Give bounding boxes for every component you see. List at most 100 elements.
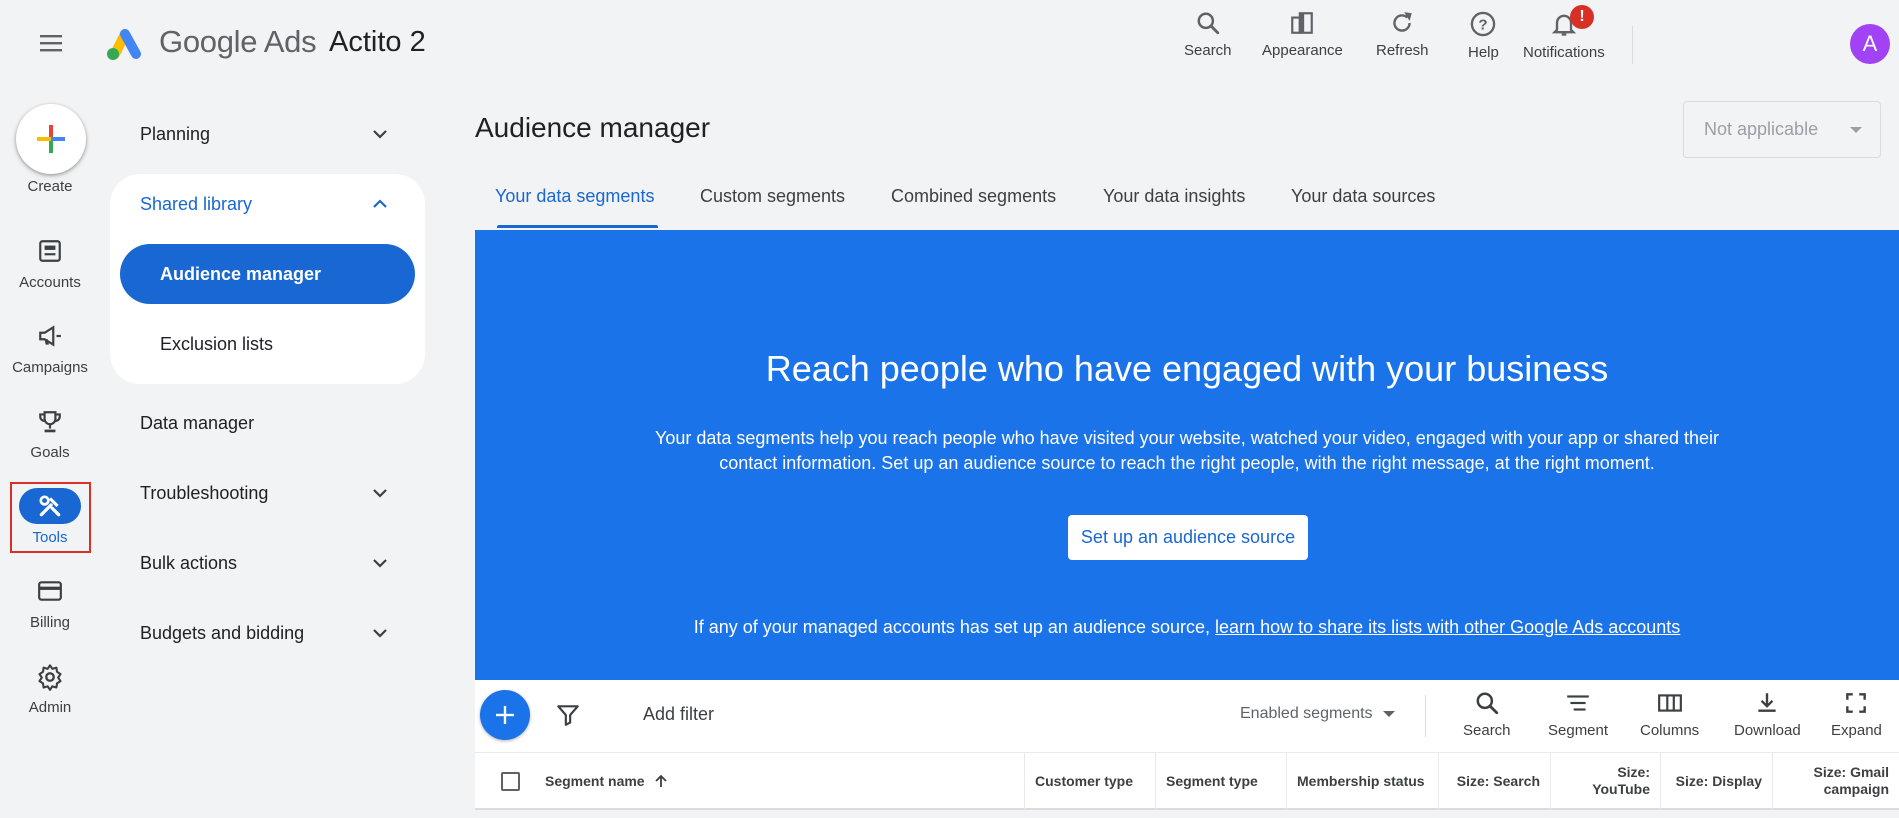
create-button[interactable] bbox=[16, 104, 86, 174]
rail-billing-label: Billing bbox=[29, 614, 71, 631]
banner-title: Reach people who have engaged with your … bbox=[765, 348, 1609, 389]
segment-label: Segment bbox=[1548, 722, 1609, 739]
select-all-checkbox[interactable] bbox=[501, 772, 520, 791]
segment-button[interactable]: Segment bbox=[1548, 690, 1608, 739]
gear-icon bbox=[38, 664, 62, 691]
tab-your-data-sources[interactable]: Your data sources bbox=[1291, 186, 1435, 230]
main-menu-icon[interactable] bbox=[30, 30, 70, 58]
expand-button[interactable]: Expand bbox=[1831, 690, 1882, 739]
columns-icon bbox=[1657, 694, 1682, 712]
expand-label: Expand bbox=[1831, 722, 1882, 739]
page-title: Audience manager bbox=[475, 112, 711, 143]
segment-icon bbox=[1567, 695, 1589, 711]
nav-exclusion-lists[interactable]: Exclusion lists bbox=[160, 324, 273, 364]
top-divider bbox=[1632, 26, 1633, 64]
tab-combined-segments[interactable]: Combined segments bbox=[891, 186, 1056, 230]
banner-footer-text: If any of your managed accounts has set … bbox=[693, 617, 1216, 637]
columns-label: Columns bbox=[1640, 722, 1700, 739]
col-segment-name[interactable]: Segment name bbox=[535, 753, 1025, 809]
account-name[interactable]: Actito 2 bbox=[329, 26, 426, 59]
appearance-button[interactable]: Appearance bbox=[1262, 10, 1343, 59]
banner-text: Your data segments help you reach people… bbox=[655, 428, 1719, 473]
rail-campaigns-label: Campaigns bbox=[12, 359, 88, 376]
refresh-button[interactable]: Refresh bbox=[1376, 10, 1429, 59]
nav-shared-library[interactable]: Shared library bbox=[140, 184, 400, 224]
table-search-button[interactable]: Search bbox=[1463, 690, 1511, 739]
nav-bulk-actions-label: Bulk actions bbox=[140, 552, 238, 573]
accounts-icon bbox=[39, 240, 61, 262]
columns-button[interactable]: Columns bbox=[1640, 690, 1699, 739]
top-search-label: Search bbox=[1184, 42, 1232, 59]
setup-audience-source-button[interactable]: Set up an audience source bbox=[1068, 515, 1308, 560]
google-ads-logo[interactable] bbox=[104, 24, 146, 62]
rail-accounts[interactable]: Accounts bbox=[0, 238, 100, 291]
brand-google: Google bbox=[159, 24, 258, 59]
sort-ascending-icon bbox=[654, 774, 667, 787]
chevron-down-icon bbox=[373, 489, 387, 498]
trophy-icon bbox=[39, 411, 61, 433]
share-lists-link[interactable]: learn how to share its lists with other … bbox=[1215, 617, 1680, 637]
nav-planning[interactable]: Planning bbox=[140, 114, 400, 154]
table-toolbar: Add filter Enabled segments Search Segme… bbox=[475, 680, 1899, 752]
rail-admin[interactable]: Admin bbox=[0, 663, 100, 716]
top-search-button[interactable]: Search bbox=[1184, 10, 1232, 59]
chevron-down-icon bbox=[373, 559, 387, 568]
active-tab-indicator bbox=[497, 225, 658, 228]
nav-data-manager[interactable]: Data manager bbox=[140, 403, 400, 443]
help-button[interactable]: ? Help bbox=[1468, 10, 1499, 61]
nav-audience-manager[interactable]: Audience manager bbox=[120, 244, 415, 304]
col-membership-status[interactable]: Membership status bbox=[1287, 753, 1439, 809]
col-size-display[interactable]: Size: Display bbox=[1661, 753, 1773, 809]
caret-down-icon bbox=[1850, 127, 1862, 133]
col-size-youtube[interactable]: Size: YouTube bbox=[1551, 753, 1661, 809]
rail-billing[interactable]: Billing bbox=[0, 578, 100, 631]
refresh-icon bbox=[1393, 12, 1413, 32]
help-icon: ? bbox=[1471, 11, 1496, 37]
brand-ads: Ads bbox=[263, 24, 317, 59]
tab-custom-segments[interactable]: Custom segments bbox=[700, 186, 845, 230]
tab-your-data-segments[interactable]: Your data segments bbox=[495, 186, 654, 230]
toolbar-divider bbox=[1425, 695, 1426, 737]
nav-budgets-bidding[interactable]: Budgets and bidding bbox=[140, 613, 400, 653]
plus-icon bbox=[37, 125, 65, 153]
chevron-down-icon bbox=[373, 130, 387, 139]
download-label: Download bbox=[1734, 722, 1801, 739]
filter-icon bbox=[557, 705, 579, 726]
rail-admin-label: Admin bbox=[28, 699, 72, 716]
add-filter-input[interactable]: Add filter bbox=[643, 704, 714, 725]
tab-your-data-insights[interactable]: Your data insights bbox=[1103, 186, 1245, 230]
nav-data-manager-label: Data manager bbox=[140, 412, 255, 433]
plus-icon bbox=[496, 706, 514, 724]
caret-down-icon bbox=[1382, 711, 1395, 717]
filter-button[interactable] bbox=[555, 702, 581, 728]
add-segment-button[interactable] bbox=[480, 690, 530, 740]
search-icon bbox=[1476, 692, 1498, 715]
credit-card-icon bbox=[38, 581, 62, 601]
help-label: Help bbox=[1468, 44, 1499, 61]
rail-goals-label: Goals bbox=[30, 444, 70, 461]
download-button[interactable]: Download bbox=[1734, 690, 1801, 739]
chevron-up-icon bbox=[373, 199, 387, 208]
download-icon bbox=[1758, 693, 1777, 712]
nav-planning-label: Planning bbox=[140, 123, 211, 144]
col-size-search[interactable]: Size: Search bbox=[1439, 753, 1551, 809]
rail-goals[interactable]: Goals bbox=[0, 408, 100, 461]
product-name: Google Ads bbox=[159, 24, 317, 60]
notification-badge: ! bbox=[1570, 5, 1594, 29]
appearance-icon bbox=[1291, 12, 1314, 34]
chevron-down-icon bbox=[373, 629, 387, 638]
refresh-label: Refresh bbox=[1376, 42, 1429, 59]
col-customer-type[interactable]: Customer type bbox=[1025, 753, 1156, 809]
nav-budgets-bidding-label: Budgets and bidding bbox=[140, 622, 305, 643]
col-segment-type[interactable]: Segment type bbox=[1156, 753, 1287, 809]
nav-troubleshooting[interactable]: Troubleshooting bbox=[140, 473, 400, 513]
notifications-label: Notifications bbox=[1523, 44, 1605, 61]
col-size-gmail[interactable]: Size: Gmail campaign bbox=[1773, 753, 1899, 809]
nav-bulk-actions[interactable]: Bulk actions bbox=[140, 543, 400, 583]
rail-campaigns[interactable]: Campaigns bbox=[0, 323, 100, 376]
nav-troubleshooting-label: Troubleshooting bbox=[140, 482, 269, 503]
avatar[interactable]: A bbox=[1850, 24, 1890, 64]
segment-status-dropdown[interactable]: Enabled segments bbox=[1240, 705, 1395, 723]
create-label: Create bbox=[27, 178, 73, 195]
scope-select: Not applicable bbox=[1683, 101, 1881, 158]
